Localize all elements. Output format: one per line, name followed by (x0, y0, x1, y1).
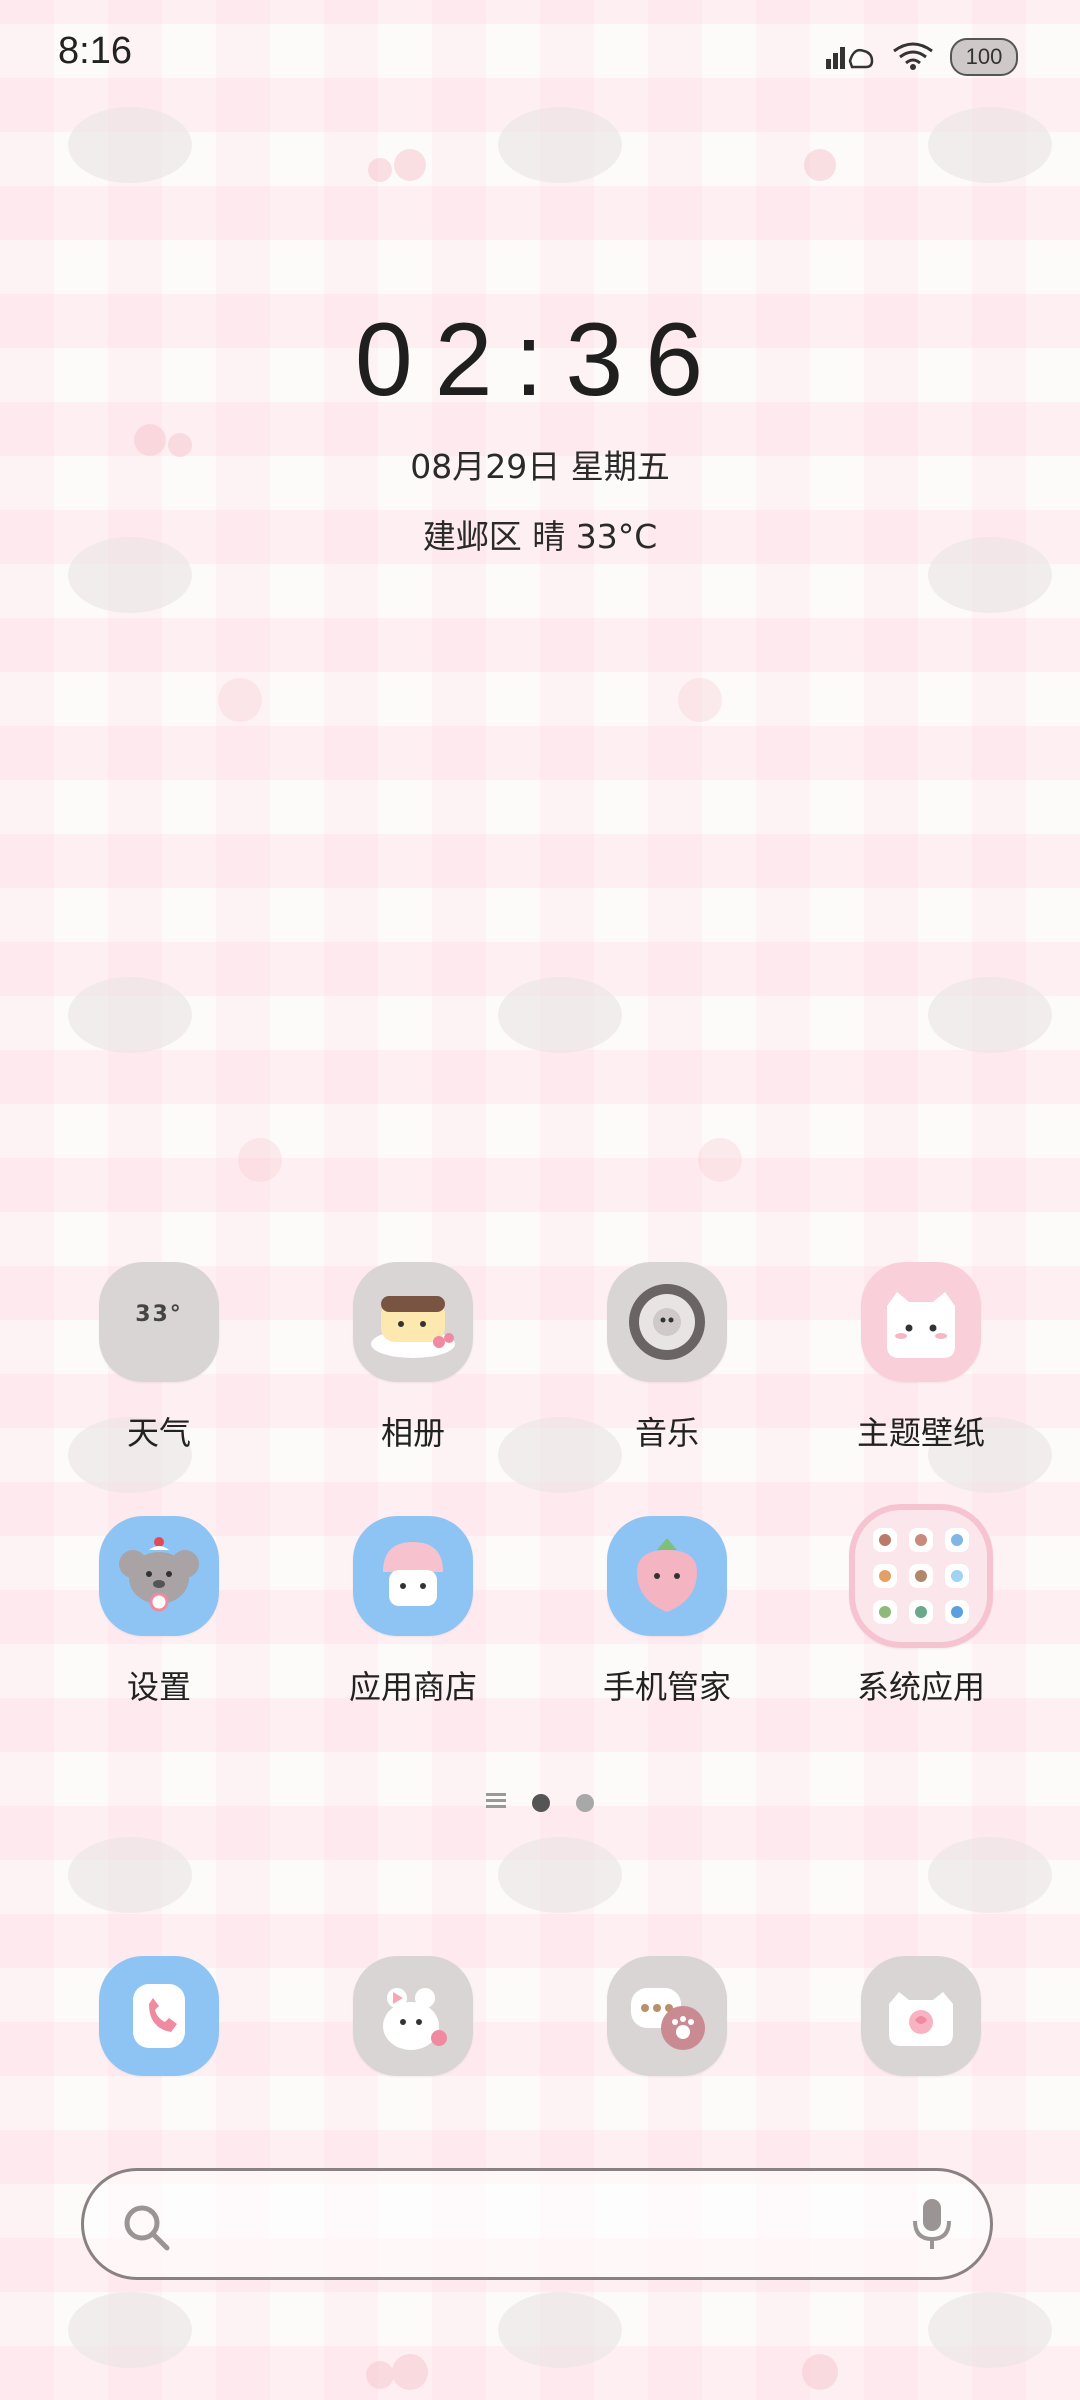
app-settings[interactable]: 设置 (32, 1516, 286, 1708)
search-bar[interactable] (81, 2168, 993, 2280)
chat-icon (607, 1956, 727, 2076)
clock-widget[interactable]: 02:36 08月29日 星期五 建邺区 晴 33°C (0, 300, 1080, 558)
app-weather[interactable]: 33° 天气 (32, 1262, 286, 1454)
page-dot-1[interactable] (532, 1794, 550, 1812)
battery-icon: 100 (950, 38, 1018, 76)
menu-lines-icon[interactable] (486, 1792, 506, 1814)
app-label-music: 音乐 (634, 1414, 699, 1452)
app-label-phone-manager: 手机管家 (602, 1668, 731, 1706)
app-label-system-apps: 系统应用 (856, 1668, 985, 1706)
music-icon (607, 1262, 727, 1382)
clock-date: 08月29日 星期五 (410, 447, 670, 486)
status-bar: 8:16 100 (0, 0, 1080, 112)
clock-time: 02:36 (354, 302, 726, 418)
clock-weather: 建邺区 晴 33°C (422, 517, 658, 556)
dock-phone[interactable] (32, 1956, 286, 2076)
app-label-app-store: 应用商店 (348, 1668, 477, 1706)
app-system-apps-folder[interactable]: 系统应用 (794, 1504, 1048, 1708)
themes-icon (861, 1262, 981, 1382)
weather-icon-temp: 33° (135, 1302, 183, 1327)
page-indicator[interactable] (0, 1792, 1080, 1814)
phone-icon (99, 1956, 219, 2076)
app-app-store[interactable]: 应用商店 (286, 1516, 540, 1708)
dock-camera[interactable] (794, 1956, 1048, 2076)
weather-icon: 33° (99, 1262, 219, 1382)
page-dot-2[interactable] (576, 1794, 594, 1812)
app-gallery[interactable]: 相册 (286, 1262, 540, 1454)
phone-manager-icon (607, 1516, 727, 1636)
status-time: 8:16 (58, 30, 132, 72)
app-themes[interactable]: 主题壁纸 (794, 1262, 1048, 1454)
system-apps-folder-icon (849, 1504, 993, 1648)
app-label-themes: 主题壁纸 (856, 1414, 985, 1452)
status-icons: 100 (824, 38, 1018, 76)
app-store-icon (353, 1516, 473, 1636)
signal-icon (824, 39, 876, 75)
app-label-gallery: 相册 (380, 1414, 445, 1452)
gallery-icon (353, 1262, 473, 1382)
app-label-weather: 天气 (126, 1414, 191, 1452)
camera-icon (861, 1956, 981, 2076)
wifi-icon (890, 39, 936, 75)
microphone-icon[interactable] (910, 2195, 954, 2257)
app-music[interactable]: 音乐 (540, 1262, 794, 1454)
settings-icon (99, 1516, 219, 1636)
battery-level: 100 (965, 44, 1003, 69)
dock-chat[interactable] (540, 1956, 794, 2076)
search-icon[interactable] (120, 2201, 172, 2257)
dock-messages[interactable] (286, 1956, 540, 2076)
app-label-settings: 设置 (126, 1668, 191, 1706)
app-phone-manager[interactable]: 手机管家 (540, 1516, 794, 1708)
messages-icon (353, 1956, 473, 2076)
